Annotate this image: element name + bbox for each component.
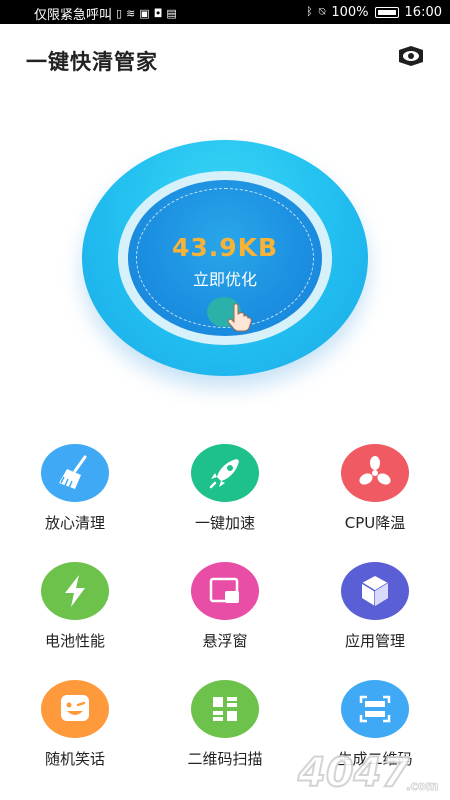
junk-size-value: 43.9KB xyxy=(171,233,279,262)
feature-clean[interactable]: 放心清理 xyxy=(0,442,150,552)
feature-qr-scan-circle xyxy=(191,680,259,738)
status-bar: 仅限紧急呼叫 ▯ ≋ ▣ ◘ ▤ ᛒ ⍉ 100% 16:00 xyxy=(0,0,450,24)
feature-clean-circle xyxy=(41,444,109,502)
optimize-button[interactable]: 43.9KB 立即优化 xyxy=(82,140,368,376)
clock: 16:00 xyxy=(404,4,442,20)
broom-icon xyxy=(59,455,87,489)
wink-face-icon xyxy=(61,695,89,721)
feature-cpu-cool-circle xyxy=(341,444,409,502)
feature-qr-scan[interactable]: 二维码扫描 xyxy=(150,678,300,788)
sim-card-icon: ▯ xyxy=(116,6,123,20)
watermark-suffix: .com xyxy=(406,779,438,793)
feature-battery-circle xyxy=(41,562,109,620)
feature-boost-circle xyxy=(191,444,259,502)
feature-cpu-cool[interactable]: CPU降温 xyxy=(300,442,450,552)
feature-clean-label: 放心清理 xyxy=(44,514,105,532)
fan-icon xyxy=(359,456,391,485)
feature-battery[interactable]: 电池性能 xyxy=(0,560,150,670)
feature-floating-window[interactable]: 悬浮窗 xyxy=(150,560,300,670)
feature-floating-window-label: 悬浮窗 xyxy=(202,632,248,650)
feature-app-manage-label: 应用管理 xyxy=(344,632,405,650)
image-icon: ▣ xyxy=(139,6,150,20)
bluetooth-icon: ᛒ xyxy=(306,5,313,18)
qr-scan-icon xyxy=(213,697,237,721)
tap-hand-icon xyxy=(207,297,252,332)
lightning-icon xyxy=(65,575,85,607)
floating-window-icon xyxy=(209,577,239,603)
feature-app-manage-circle xyxy=(341,562,409,620)
watermark-logo: 4047 .com xyxy=(296,749,439,794)
status-right: ᛒ ⍉ 100% 16:00 xyxy=(306,4,442,20)
feature-app-manage[interactable]: 应用管理 xyxy=(300,560,450,670)
carrier-text: 仅限紧急呼叫 xyxy=(34,8,113,23)
watermark-text: 4047 xyxy=(297,750,409,794)
app-title: 一键快清管家 xyxy=(26,50,158,74)
feature-qr-scan-label: 二维码扫描 xyxy=(187,750,263,768)
mute-icon: ⍉ xyxy=(318,5,326,18)
feature-battery-label: 电池性能 xyxy=(44,632,105,650)
feature-qr-generate-circle xyxy=(341,680,409,738)
feature-jokes-circle xyxy=(41,680,109,738)
cube-icon xyxy=(361,576,389,606)
feature-boost[interactable]: 一键加速 xyxy=(150,442,300,552)
optimize-label: 立即优化 xyxy=(192,270,257,289)
feature-jokes-label: 随机笑话 xyxy=(44,750,105,768)
wifi-icon: ≋ xyxy=(126,6,136,20)
battery-percent: 100% xyxy=(331,4,369,20)
feature-jokes[interactable]: 随机笑话 xyxy=(0,678,150,788)
eye-icon[interactable] xyxy=(396,44,426,68)
feature-boost-label: 一键加速 xyxy=(194,514,255,532)
scan-frame-icon xyxy=(359,695,391,723)
feature-floating-window-circle xyxy=(191,562,259,620)
rocket-icon xyxy=(209,459,239,489)
shield-icon: ◘ xyxy=(153,6,163,20)
status-left: 仅限紧急呼叫 ▯ ≋ ▣ ◘ ▤ xyxy=(34,4,177,24)
notification-icon: ▤ xyxy=(166,6,177,20)
feature-cpu-cool-label: CPU降温 xyxy=(344,514,406,532)
battery-icon xyxy=(374,6,399,18)
